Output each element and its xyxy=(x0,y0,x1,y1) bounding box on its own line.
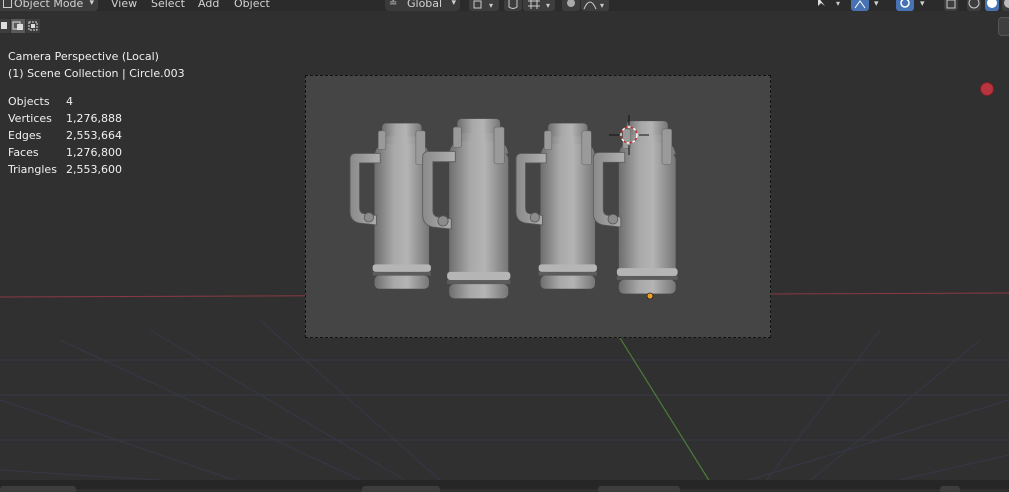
collection-label: (1) Scene Collection | Circle.003 xyxy=(8,67,185,80)
bottom-tab[interactable] xyxy=(940,486,960,492)
svg-text:▾: ▾ xyxy=(600,1,604,10)
object-mode-icon xyxy=(3,0,12,8)
viewport-header: Object Mode ▾ View Select Add Object ≐ G… xyxy=(0,0,1009,11)
shading-solid[interactable] xyxy=(985,0,999,11)
stats-value: 1,276,800 xyxy=(66,146,122,159)
snap-grid-button[interactable]: ▾ xyxy=(523,0,555,11)
growler-scene[interactable] xyxy=(305,75,771,338)
stats-value: 4 xyxy=(66,95,73,108)
select-subtract-button[interactable] xyxy=(26,19,40,33)
camera-perspective-label: Camera Perspective (Local) xyxy=(8,50,159,63)
gizmo-toggle[interactable] xyxy=(851,0,869,11)
chevron-down-icon[interactable]: ▾ xyxy=(874,0,879,11)
svg-text:▾: ▾ xyxy=(546,1,550,10)
record-icon[interactable] xyxy=(980,82,994,96)
wireframe-sphere-icon xyxy=(968,0,980,9)
mode-select[interactable]: Object Mode ▾ xyxy=(0,0,98,11)
growler-4 xyxy=(592,120,679,294)
stats-value: 1,276,888 xyxy=(66,112,122,125)
growler-3 xyxy=(515,122,598,290)
stats-label: Faces xyxy=(8,146,39,159)
transform-orientation-select[interactable]: ≐ Global ▾ xyxy=(385,0,460,11)
bottom-bar xyxy=(0,480,1009,492)
chevron-down-icon[interactable]: ▾ xyxy=(920,0,925,11)
shading-wireframe[interactable] xyxy=(967,0,981,11)
stats-value: 2,553,600 xyxy=(66,163,122,176)
chevron-down-icon: ▾ xyxy=(89,0,94,8)
bottom-tab[interactable] xyxy=(0,486,76,492)
select-extend-button[interactable] xyxy=(11,19,25,33)
xray-icon xyxy=(946,0,956,9)
mode-label: Object Mode xyxy=(14,0,84,10)
svg-text:▾: ▾ xyxy=(489,1,493,10)
bottom-tab[interactable] xyxy=(362,486,440,492)
svg-text:▾: ▾ xyxy=(836,0,840,8)
menu-select[interactable]: Select xyxy=(151,0,185,11)
snap-toggle[interactable] xyxy=(504,0,522,11)
select-tool-button[interactable]: ▾ xyxy=(812,0,846,11)
shading-material[interactable] xyxy=(1002,0,1009,11)
menu-object[interactable]: Object xyxy=(234,0,270,11)
growler-1 xyxy=(349,122,432,290)
snap-magnet-icon xyxy=(508,0,518,9)
bottom-tab[interactable] xyxy=(598,486,680,492)
pivot-point-icon xyxy=(473,0,482,9)
overlay-toggle[interactable] xyxy=(896,0,914,11)
stats-value: 2,553,664 xyxy=(66,129,122,142)
stats-label: Objects xyxy=(8,95,50,108)
gizmo-icon xyxy=(854,0,866,9)
xray-toggle[interactable] xyxy=(944,0,958,11)
chevron-down-icon: ▾ xyxy=(451,0,456,8)
stats-label: Triangles xyxy=(8,163,57,176)
stats-label: Edges xyxy=(8,129,42,142)
falloff-button[interactable]: ▾ xyxy=(581,0,609,11)
transform-orientation-icon: ≐ xyxy=(389,0,398,9)
overlay-icon xyxy=(900,0,910,8)
material-sphere-icon xyxy=(1004,0,1009,8)
proportional-edit-icon xyxy=(567,0,575,7)
proportional-edit-toggle[interactable] xyxy=(562,0,580,11)
snap-grid-icon xyxy=(528,0,540,9)
select-new-icon xyxy=(1,22,7,29)
select-new-button[interactable] xyxy=(0,19,10,33)
growler-2 xyxy=(422,118,511,299)
orientation-label: Global xyxy=(407,0,443,10)
menu-add[interactable]: Add xyxy=(198,0,219,11)
menu-view[interactable]: View xyxy=(111,0,137,11)
solid-sphere-icon xyxy=(987,0,997,8)
sidebar-toggle-button[interactable] xyxy=(998,17,1009,36)
stats-label: Vertices xyxy=(8,112,52,125)
falloff-curve-icon xyxy=(583,1,597,10)
object-origin-dot xyxy=(646,292,654,300)
pivot-point-button[interactable]: ▾ xyxy=(469,0,499,11)
select-cursor-icon xyxy=(818,0,825,6)
